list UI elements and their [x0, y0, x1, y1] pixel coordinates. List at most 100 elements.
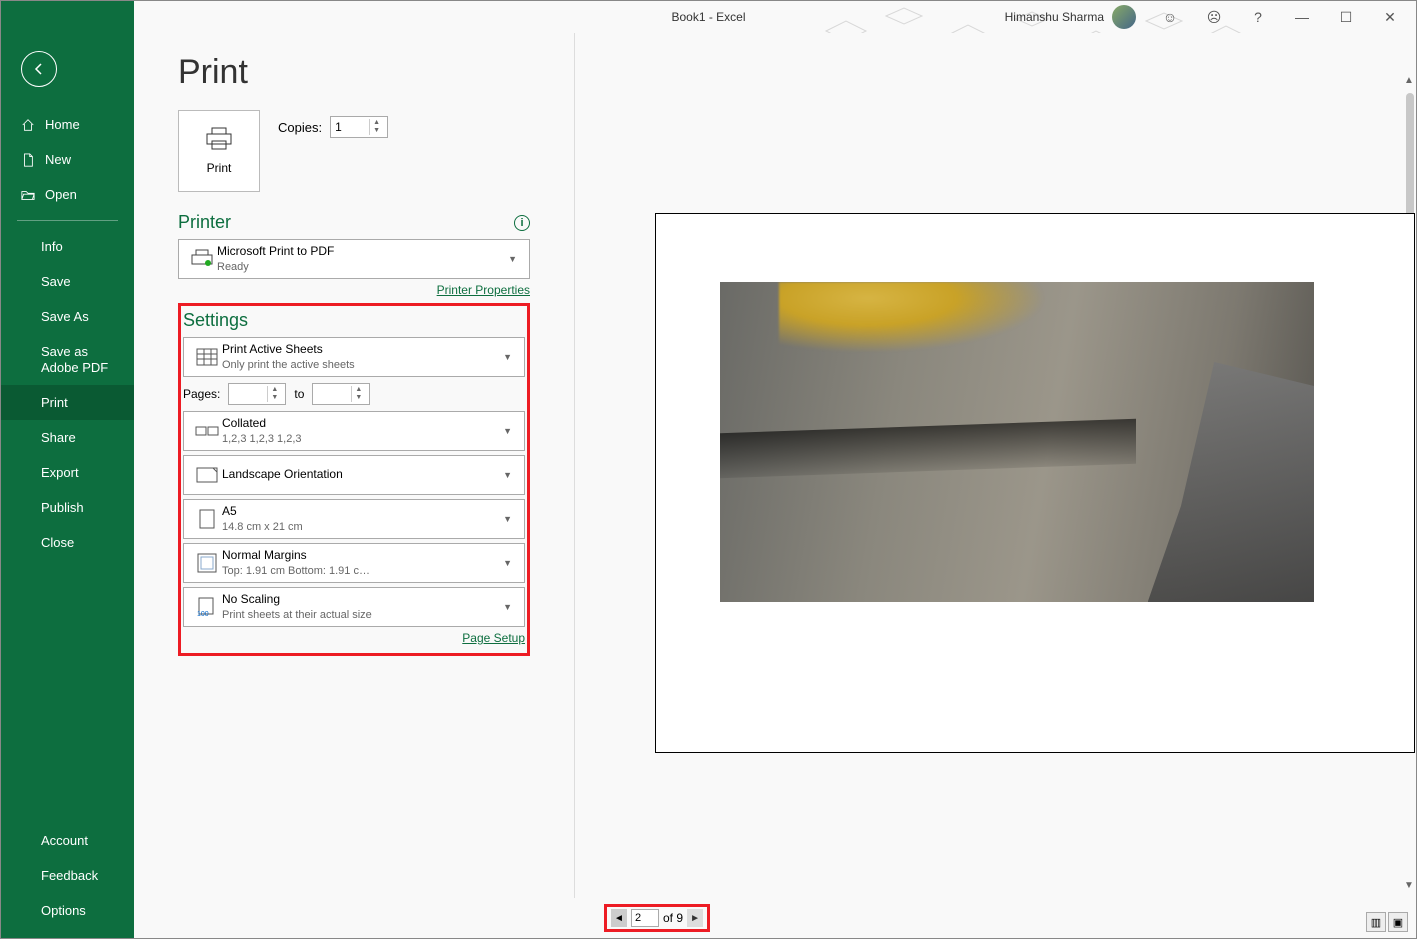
show-margins-button[interactable]: ▥: [1366, 912, 1386, 932]
copies-input[interactable]: [331, 120, 369, 134]
nav-new[interactable]: New: [1, 142, 134, 177]
sidebar-divider: [17, 220, 118, 221]
page-count-label: of 9: [663, 911, 683, 925]
nav-save-as[interactable]: Save As: [1, 299, 134, 334]
print-pane: Print Copies: ▲▼ Printer i Microsoft Pri…: [178, 110, 530, 656]
folder-open-icon: [21, 188, 35, 202]
nav-account[interactable]: Account: [1, 823, 134, 858]
spinner-up-icon[interactable]: ▲: [370, 119, 383, 127]
nav-home[interactable]: Home: [1, 107, 134, 142]
chevron-down-icon: ▼: [499, 470, 516, 480]
printer-icon: [205, 127, 233, 151]
nav-close[interactable]: Close: [1, 525, 134, 560]
face-sad-icon[interactable]: ☹: [1192, 1, 1236, 33]
collate-sub: 1,2,3 1,2,3 1,2,3: [222, 432, 499, 446]
print-what-title: Print Active Sheets: [222, 342, 499, 358]
account-area[interactable]: Himanshu Sharma: [1005, 5, 1136, 29]
nav-open-label: Open: [45, 187, 77, 202]
chevron-down-icon: ▼: [499, 426, 516, 436]
copies-spinner[interactable]: ▲▼: [330, 116, 388, 138]
minimize-button[interactable]: —: [1280, 1, 1324, 33]
backstage-sidebar: Home New Open Info Save Save As Save as …: [1, 1, 134, 938]
nav-feedback[interactable]: Feedback: [1, 858, 134, 893]
title-bar: Book1 - Excel Himanshu Sharma ☺ ☹ ? — ☐ …: [1, 1, 1416, 33]
close-button[interactable]: ✕: [1368, 1, 1412, 33]
scroll-up-icon[interactable]: ▲: [1402, 75, 1416, 89]
nav-save[interactable]: Save: [1, 264, 134, 299]
printer-properties-link[interactable]: Printer Properties: [437, 283, 530, 297]
chevron-down-icon: ▼: [499, 514, 516, 524]
maximize-button[interactable]: ☐: [1324, 1, 1368, 33]
sheets-icon: [192, 348, 222, 366]
arrow-left-icon: [31, 61, 47, 77]
orientation-title: Landscape Orientation: [222, 467, 343, 483]
pages-to-label: to: [294, 387, 304, 401]
scaling-sub: Print sheets at their actual size: [222, 608, 499, 622]
pages-to-spinner[interactable]: ▲▼: [312, 383, 370, 405]
print-what-dropdown[interactable]: Print Active Sheets Only print the activ…: [183, 337, 525, 377]
main-area: Print Print Copies: ▲▼ Printer i: [134, 33, 1416, 938]
pages-label: Pages:: [183, 387, 220, 401]
nav-info[interactable]: Info: [1, 229, 134, 264]
nav-open[interactable]: Open: [1, 177, 134, 212]
page-nav-highlight-box: ◄ of 9 ►: [604, 904, 710, 932]
printer-device-icon: [187, 249, 217, 269]
home-icon: [21, 118, 35, 132]
printer-status: Ready: [217, 260, 504, 274]
face-smile-icon[interactable]: ☺: [1148, 1, 1192, 33]
collate-icon: [192, 424, 222, 438]
settings-highlight-box: Settings Print Active Sheets Only print …: [178, 303, 530, 656]
nav-share[interactable]: Share: [1, 420, 134, 455]
paper-title: A5: [222, 504, 499, 520]
print-preview-pane: ▲ ▼: [574, 33, 1416, 898]
pages-from-spinner[interactable]: ▲▼: [228, 383, 286, 405]
preview-bottom-bar: ◄ of 9 ► ▥ ▣: [574, 898, 1416, 938]
paper-sub: 14.8 cm x 21 cm: [222, 520, 499, 534]
printer-section-title: Printer: [178, 212, 231, 233]
preview-page: [655, 213, 1415, 753]
margins-dropdown[interactable]: Normal Margins Top: 1.91 cm Bottom: 1.91…: [183, 543, 525, 583]
chevron-down-icon: ▼: [499, 352, 516, 362]
nav-print[interactable]: Print: [1, 385, 134, 420]
nav-new-label: New: [45, 152, 71, 167]
scaling-title: No Scaling: [222, 592, 499, 608]
avatar[interactable]: [1112, 5, 1136, 29]
window-title: Book1 - Excel: [671, 10, 745, 24]
user-name: Himanshu Sharma: [1005, 10, 1104, 24]
print-button[interactable]: Print: [178, 110, 260, 192]
settings-section-title: Settings: [183, 310, 248, 331]
chevron-down-icon: ▼: [499, 558, 516, 568]
nav-publish[interactable]: Publish: [1, 490, 134, 525]
paper-size-dropdown[interactable]: A5 14.8 cm x 21 cm ▼: [183, 499, 525, 539]
next-page-button[interactable]: ►: [687, 909, 703, 927]
svg-text:100: 100: [197, 611, 209, 617]
printer-dropdown[interactable]: Microsoft Print to PDF Ready ▼: [178, 239, 530, 279]
help-icon[interactable]: ?: [1236, 1, 1280, 33]
margins-title: Normal Margins: [222, 548, 499, 564]
preview-image-detail: [1148, 362, 1314, 602]
prev-page-button[interactable]: ◄: [611, 909, 627, 927]
print-what-sub: Only print the active sheets: [222, 358, 499, 372]
orientation-dropdown[interactable]: Landscape Orientation ▼: [183, 455, 525, 495]
nav-options[interactable]: Options: [1, 893, 134, 928]
scaling-dropdown[interactable]: 100 No Scaling Print sheets at their act…: [183, 587, 525, 627]
margins-sub: Top: 1.91 cm Bottom: 1.91 c…: [222, 564, 499, 578]
scroll-down-icon[interactable]: ▼: [1402, 880, 1416, 894]
window-controls: ☺ ☹ ? — ☐ ✕: [1148, 1, 1412, 33]
collate-title: Collated: [222, 416, 499, 432]
collate-dropdown[interactable]: Collated 1,2,3 1,2,3 1,2,3 ▼: [183, 411, 525, 451]
pages-to-input[interactable]: [313, 387, 351, 401]
landscape-icon: [192, 467, 222, 483]
scaling-icon: 100: [192, 597, 222, 617]
pages-from-input[interactable]: [229, 387, 267, 401]
nav-save-adobe[interactable]: Save as Adobe PDF: [1, 334, 134, 385]
nav-export[interactable]: Export: [1, 455, 134, 490]
back-button[interactable]: [21, 51, 57, 87]
info-icon[interactable]: i: [514, 215, 530, 231]
document-icon: [21, 153, 35, 167]
spinner-down-icon[interactable]: ▼: [370, 127, 383, 135]
zoom-to-page-button[interactable]: ▣: [1388, 912, 1408, 932]
current-page-input[interactable]: [631, 909, 659, 927]
page-setup-link[interactable]: Page Setup: [462, 631, 525, 645]
chevron-down-icon: ▼: [504, 254, 521, 264]
